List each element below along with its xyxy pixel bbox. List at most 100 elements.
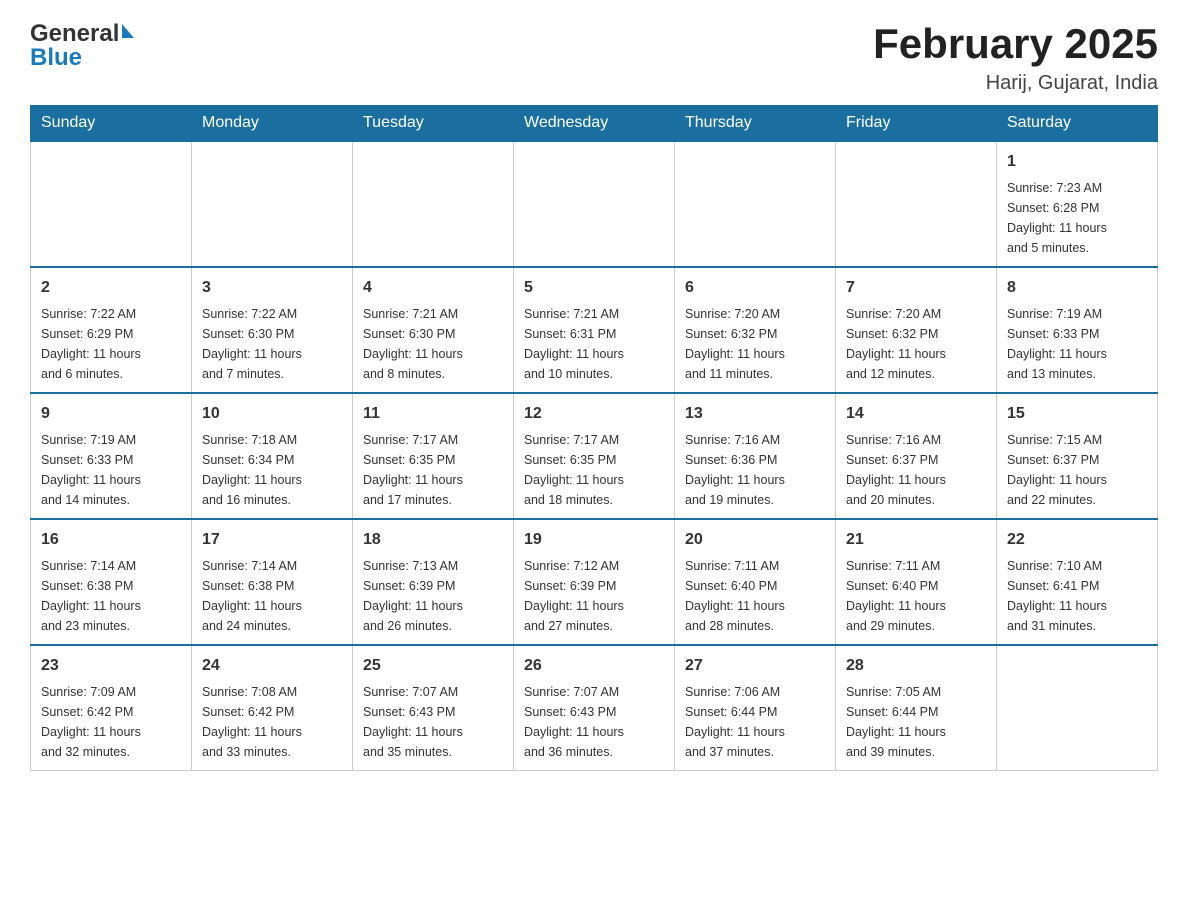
calendar-day-cell: 18Sunrise: 7:13 AMSunset: 6:39 PMDayligh… [353, 519, 514, 645]
day-info: Sunrise: 7:19 AMSunset: 6:33 PMDaylight:… [1007, 304, 1147, 384]
calendar-day-cell: 7 Sunrise: 7:20 AMSunset: 6:32 PMDaylight… [836, 267, 997, 393]
calendar-day-cell: 9Sunrise: 7:19 AMSunset: 6:33 PMDaylight… [31, 393, 192, 519]
day-info: Sunrise: 7:14 AMSunset: 6:38 PMDaylight:… [202, 556, 342, 636]
calendar-day-cell: 6 Sunrise: 7:20 AMSunset: 6:32 PMDaylight… [675, 267, 836, 393]
calendar-header-row: SundayMondayTuesdayWednesdayThursdayFrid… [31, 106, 1158, 142]
day-number: 25 [363, 654, 503, 678]
day-of-week-header: Thursday [675, 106, 836, 142]
day-number: 1 [1007, 150, 1147, 174]
day-info: Sunrise: 7:17 AMSunset: 6:35 PMDaylight:… [524, 430, 664, 510]
title-block: February 2025 Harij, Gujarat, India [873, 20, 1158, 95]
calendar-day-cell: 8 Sunrise: 7:19 AMSunset: 6:33 PMDaylight… [997, 267, 1158, 393]
day-number: 24 [202, 654, 342, 678]
day-number: 15 [1007, 402, 1147, 426]
day-info: Sunrise: 7:16 AMSunset: 6:36 PMDaylight:… [685, 430, 825, 510]
location-label: Harij, Gujarat, India [873, 72, 1158, 95]
day-number: 14 [846, 402, 986, 426]
day-info: Sunrise: 7:22 AMSunset: 6:30 PMDaylight:… [202, 304, 342, 384]
day-number: 6 [685, 276, 825, 300]
day-number: 17 [202, 528, 342, 552]
day-info: Sunrise: 7:11 AMSunset: 6:40 PMDaylight:… [846, 556, 986, 636]
day-info: Sunrise: 7:07 AMSunset: 6:43 PMDaylight:… [524, 682, 664, 762]
day-of-week-header: Saturday [997, 106, 1158, 142]
day-number: 2 [41, 276, 181, 300]
calendar-week-row: 9Sunrise: 7:19 AMSunset: 6:33 PMDaylight… [31, 393, 1158, 519]
logo-blue-text: Blue [30, 44, 82, 72]
day-info: Sunrise: 7:17 AMSunset: 6:35 PMDaylight:… [363, 430, 503, 510]
day-info: Sunrise: 7:18 AMSunset: 6:34 PMDaylight:… [202, 430, 342, 510]
day-info: Sunrise: 7:16 AMSunset: 6:37 PMDaylight:… [846, 430, 986, 510]
calendar-day-cell: 28 Sunrise: 7:05 AMSunset: 6:44 PMDayligh… [836, 645, 997, 771]
calendar-day-cell: 13 Sunrise: 7:16 AMSunset: 6:36 PMDayligh… [675, 393, 836, 519]
day-number: 23 [41, 654, 181, 678]
day-info: Sunrise: 7:21 AMSunset: 6:31 PMDaylight:… [524, 304, 664, 384]
calendar-day-cell [31, 141, 192, 267]
day-info: Sunrise: 7:21 AMSunset: 6:30 PMDaylight:… [363, 304, 503, 384]
logo: General Blue [30, 20, 134, 72]
calendar-week-row: 2 Sunrise: 7:22 AMSunset: 6:29 PMDaylight… [31, 267, 1158, 393]
day-info: Sunrise: 7:22 AMSunset: 6:29 PMDaylight:… [41, 304, 181, 384]
day-info: Sunrise: 7:12 AMSunset: 6:39 PMDaylight:… [524, 556, 664, 636]
calendar-day-cell [353, 141, 514, 267]
calendar-day-cell [836, 141, 997, 267]
day-info: Sunrise: 7:15 AMSunset: 6:37 PMDaylight:… [1007, 430, 1147, 510]
day-number: 18 [363, 528, 503, 552]
day-number: 20 [685, 528, 825, 552]
calendar-day-cell: 17 Sunrise: 7:14 AMSunset: 6:38 PMDayligh… [192, 519, 353, 645]
day-info: Sunrise: 7:05 AMSunset: 6:44 PMDaylight:… [846, 682, 986, 762]
page-header: General Blue February 2025 Harij, Gujara… [30, 20, 1158, 95]
day-info: Sunrise: 7:19 AMSunset: 6:33 PMDaylight:… [41, 430, 181, 510]
day-info: Sunrise: 7:10 AMSunset: 6:41 PMDaylight:… [1007, 556, 1147, 636]
day-number: 16 [41, 528, 181, 552]
calendar-day-cell: 22Sunrise: 7:10 AMSunset: 6:41 PMDayligh… [997, 519, 1158, 645]
logo-arrow-icon [122, 24, 134, 38]
calendar-table: SundayMondayTuesdayWednesdayThursdayFrid… [30, 105, 1158, 771]
calendar-day-cell: 2 Sunrise: 7:22 AMSunset: 6:29 PMDaylight… [31, 267, 192, 393]
day-info: Sunrise: 7:06 AMSunset: 6:44 PMDaylight:… [685, 682, 825, 762]
calendar-day-cell: 23 Sunrise: 7:09 AMSunset: 6:42 PMDayligh… [31, 645, 192, 771]
calendar-day-cell: 5 Sunrise: 7:21 AMSunset: 6:31 PMDaylight… [514, 267, 675, 393]
calendar-day-cell: 26 Sunrise: 7:07 AMSunset: 6:43 PMDayligh… [514, 645, 675, 771]
calendar-day-cell: 14 Sunrise: 7:16 AMSunset: 6:37 PMDayligh… [836, 393, 997, 519]
calendar-day-cell [192, 141, 353, 267]
calendar-week-row: 23 Sunrise: 7:09 AMSunset: 6:42 PMDayligh… [31, 645, 1158, 771]
calendar-day-cell: 3Sunrise: 7:22 AMSunset: 6:30 PMDaylight… [192, 267, 353, 393]
calendar-day-cell: 24 Sunrise: 7:08 AMSunset: 6:42 PMDayligh… [192, 645, 353, 771]
day-number: 5 [524, 276, 664, 300]
day-info: Sunrise: 7:23 AMSunset: 6:28 PMDaylight:… [1007, 178, 1147, 258]
day-of-week-header: Monday [192, 106, 353, 142]
day-number: 11 [363, 402, 503, 426]
calendar-day-cell: 15 Sunrise: 7:15 AMSunset: 6:37 PMDayligh… [997, 393, 1158, 519]
day-number: 12 [524, 402, 664, 426]
day-number: 26 [524, 654, 664, 678]
day-number: 28 [846, 654, 986, 678]
calendar-day-cell: 25 Sunrise: 7:07 AMSunset: 6:43 PMDayligh… [353, 645, 514, 771]
calendar-day-cell: 21 Sunrise: 7:11 AMSunset: 6:40 PMDayligh… [836, 519, 997, 645]
day-number: 7 [846, 276, 986, 300]
calendar-day-cell: 4 Sunrise: 7:21 AMSunset: 6:30 PMDaylight… [353, 267, 514, 393]
day-of-week-header: Friday [836, 106, 997, 142]
day-number: 4 [363, 276, 503, 300]
day-number: 19 [524, 528, 664, 552]
day-info: Sunrise: 7:11 AMSunset: 6:40 PMDaylight:… [685, 556, 825, 636]
day-info: Sunrise: 7:07 AMSunset: 6:43 PMDaylight:… [363, 682, 503, 762]
calendar-day-cell: 20 Sunrise: 7:11 AMSunset: 6:40 PMDayligh… [675, 519, 836, 645]
day-number: 13 [685, 402, 825, 426]
calendar-day-cell: 10 Sunrise: 7:18 AMSunset: 6:34 PMDayligh… [192, 393, 353, 519]
day-of-week-header: Sunday [31, 106, 192, 142]
calendar-day-cell [675, 141, 836, 267]
day-info: Sunrise: 7:09 AMSunset: 6:42 PMDaylight:… [41, 682, 181, 762]
calendar-day-cell: 27 Sunrise: 7:06 AMSunset: 6:44 PMDayligh… [675, 645, 836, 771]
day-number: 27 [685, 654, 825, 678]
day-info: Sunrise: 7:08 AMSunset: 6:42 PMDaylight:… [202, 682, 342, 762]
calendar-week-row: 16 Sunrise: 7:14 AMSunset: 6:38 PMDayligh… [31, 519, 1158, 645]
day-number: 21 [846, 528, 986, 552]
day-info: Sunrise: 7:20 AMSunset: 6:32 PMDaylight:… [685, 304, 825, 384]
day-number: 10 [202, 402, 342, 426]
day-number: 8 [1007, 276, 1147, 300]
calendar-day-cell: 12 Sunrise: 7:17 AMSunset: 6:35 PMDayligh… [514, 393, 675, 519]
calendar-day-cell: 16Sunrise: 7:14 AMSunset: 6:38 PMDayligh… [31, 519, 192, 645]
day-info: Sunrise: 7:20 AMSunset: 6:32 PMDaylight:… [846, 304, 986, 384]
calendar-day-cell: 19 Sunrise: 7:12 AMSunset: 6:39 PMDayligh… [514, 519, 675, 645]
calendar-day-cell [997, 645, 1158, 771]
